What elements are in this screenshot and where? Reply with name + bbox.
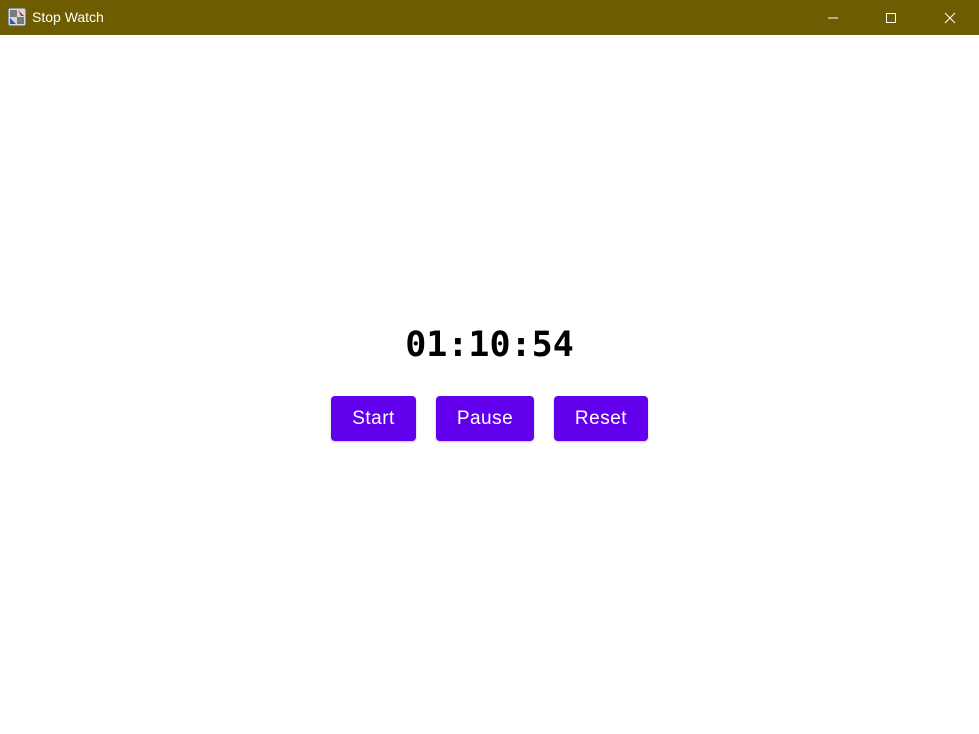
maximize-icon	[885, 12, 897, 24]
reset-button[interactable]: Reset	[554, 396, 648, 441]
app-icon[interactable]	[7, 7, 27, 27]
stopwatch-panel: 01:10:54 Start Pause Reset	[0, 35, 979, 734]
close-button[interactable]	[921, 0, 979, 35]
close-icon	[944, 12, 956, 24]
start-button[interactable]: Start	[331, 396, 416, 441]
stopwatch-window: Stop Watch 01:10:54 Start Pause Reset	[0, 0, 979, 734]
maximize-button[interactable]	[862, 0, 920, 35]
window-title: Stop Watch	[32, 9, 104, 25]
minimize-button[interactable]	[804, 0, 862, 35]
elapsed-time-display: 01:10:54	[405, 325, 574, 365]
minimize-icon	[827, 12, 839, 24]
pause-button[interactable]: Pause	[436, 396, 534, 441]
title-bar[interactable]: Stop Watch	[0, 0, 979, 35]
